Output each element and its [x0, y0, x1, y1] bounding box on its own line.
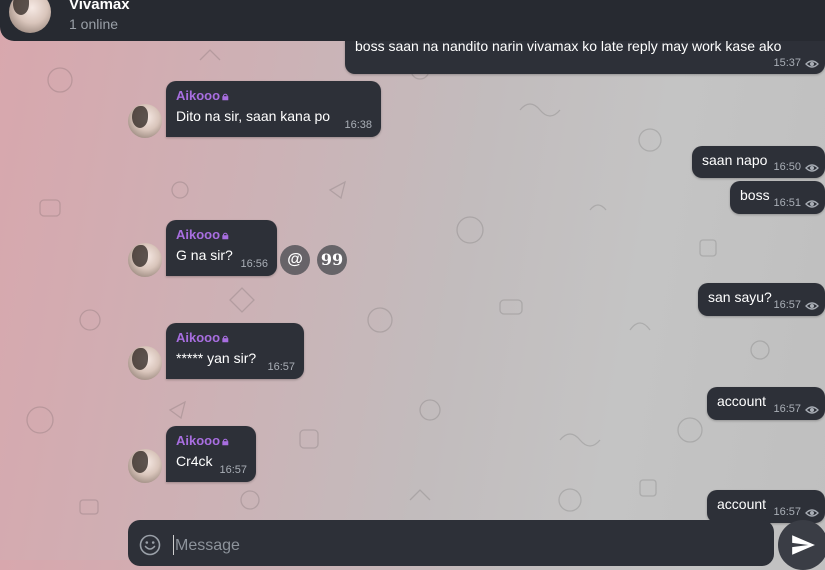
smiley-icon[interactable]	[139, 534, 161, 556]
chat-header[interactable]: Vivamax 1 online	[0, 0, 825, 41]
message-outgoing[interactable]: saan napo 16:50	[692, 146, 825, 178]
message-time: 16:57	[773, 403, 801, 415]
message-outgoing[interactable]: boss saan na nandito narin vivamax ko la…	[345, 36, 825, 74]
message-time: 16:57	[773, 299, 801, 311]
message-text: Cr4ck	[176, 453, 213, 469]
message-sender: Aikooo 🔒︎	[176, 433, 229, 448]
message-outgoing[interactable]: account 16:57	[707, 490, 825, 523]
message-text: Dito na sir, saan kana po	[176, 108, 331, 124]
message-incoming[interactable]: Aikooo 🔒︎ ***** yan sir? 16:57	[166, 323, 304, 379]
message-text: san sayu?	[708, 289, 772, 305]
message-incoming[interactable]: Aikooo 🔒︎ Dito na sir, saan kana po 16:38	[166, 81, 381, 137]
message-outgoing[interactable]: account 16:57	[707, 387, 825, 420]
message-time: 16:50	[773, 161, 801, 173]
message-text: saan napo	[702, 152, 768, 168]
lock-icon: 🔒︎	[222, 331, 229, 345]
message-time: 16:57	[773, 506, 801, 518]
message-time: 16:38	[344, 119, 372, 131]
lock-icon: 🔒︎	[222, 89, 229, 103]
message-incoming[interactable]: Aikooo 🔒︎ G na sir? 16:56	[166, 220, 277, 276]
message-time: 16:51	[773, 197, 801, 209]
chat-status: 1 online	[69, 16, 119, 32]
message-time: 16:57	[219, 464, 247, 476]
message-text: ***** yan sir?	[176, 350, 257, 366]
message-sender: Aikooo 🔒︎	[176, 88, 229, 103]
sender-avatar[interactable]	[128, 449, 162, 483]
eye-icon	[805, 164, 819, 172]
eye-icon	[805, 200, 819, 208]
message-composer	[128, 520, 774, 566]
chat-avatar[interactable]	[9, 0, 51, 33]
message-sender: Aikooo 🔒︎	[176, 330, 229, 345]
mention-button[interactable]: @	[280, 245, 310, 275]
eye-icon	[805, 302, 819, 310]
quote-reply-button[interactable]: 99	[317, 245, 347, 275]
sender-avatar[interactable]	[128, 346, 162, 380]
lock-icon: 🔒︎	[222, 228, 229, 242]
message-text: boss	[740, 187, 770, 203]
message-time: 15:37	[773, 57, 801, 69]
sender-avatar[interactable]	[128, 104, 162, 138]
message-text: account	[717, 393, 767, 409]
message-text: G na sir?	[176, 247, 233, 263]
send-button[interactable]	[778, 520, 825, 570]
eye-icon	[805, 406, 819, 414]
message-time: 16:57	[267, 361, 295, 373]
message-outgoing[interactable]: san sayu? 16:57	[698, 283, 825, 316]
message-sender: Aikooo 🔒︎	[176, 227, 229, 242]
send-arrow-icon	[792, 535, 815, 555]
message-incoming[interactable]: Aikooo 🔒︎ Cr4ck 16:57	[166, 426, 256, 482]
message-text: account	[717, 496, 767, 512]
sender-avatar[interactable]	[128, 243, 162, 277]
chat-title[interactable]: Vivamax	[69, 0, 130, 13]
eye-icon	[805, 509, 819, 517]
eye-icon	[805, 60, 819, 68]
avatar-image	[9, 0, 51, 33]
lock-icon: 🔒︎	[222, 434, 229, 448]
chat-background-pattern	[26, 49, 770, 515]
message-input[interactable]	[173, 533, 757, 559]
message-time: 16:56	[240, 258, 268, 270]
message-outgoing[interactable]: boss 16:51	[730, 181, 825, 214]
